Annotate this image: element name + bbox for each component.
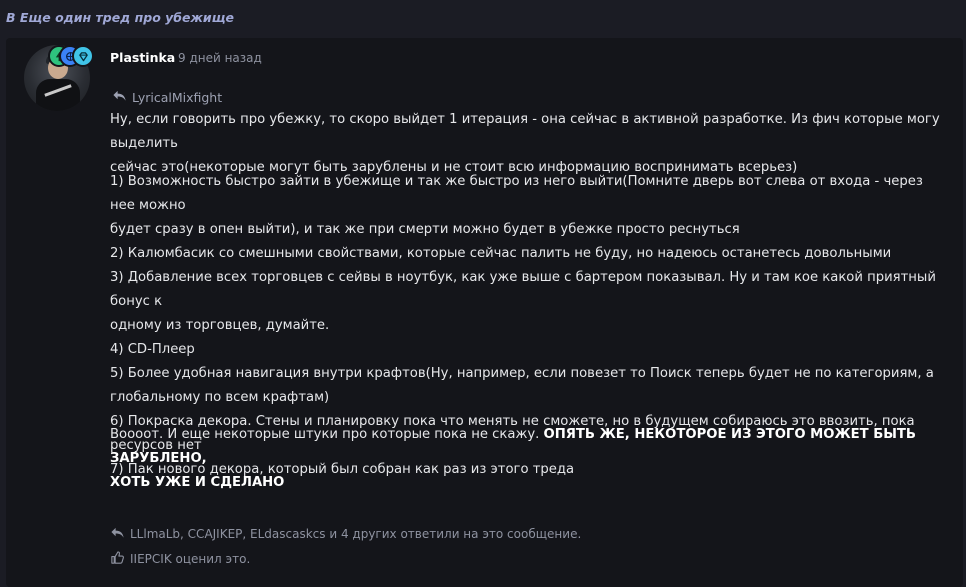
outro-warning: ХОТЬ УЖЕ И СДЕЛАНО [110,475,285,490]
quoted-username[interactable]: LyricalMixfight [132,90,222,105]
outro-text: Воооот. И еще некоторые штуки про которы… [110,427,544,442]
list-item: будет сразу в опен выйти), и так же при … [110,222,740,237]
list-item: глобальному по всем крафтам) [110,390,330,405]
reply-arrow-icon [112,88,127,107]
intro-line: Ну, если говорить про убежку, то скоро в… [110,112,940,151]
quoted-reply[interactable]: LyricalMixfight [112,88,222,107]
likes-summary[interactable]: IIEPCIK оценил это. [110,550,250,568]
diamond-icon [72,45,94,67]
author-avatar[interactable] [24,45,94,111]
reply-arrow-icon [110,525,125,543]
thumbs-up-icon [110,550,125,568]
likes-text[interactable]: IIEPCIK оценил это. [130,552,250,566]
list-item: 2) Калюмбасик со смешными свойствами, ко… [110,246,892,261]
replies-text[interactable]: LLlmaLb, CCAJIKEP, ELdascaskcs и 4 други… [130,527,581,541]
list-item: 5) Более удобная навигация внутри крафто… [110,366,934,381]
author-username[interactable]: Plastinka [110,50,175,65]
post-timestamp[interactable]: 9 дней назад [178,51,262,65]
replies-summary[interactable]: LLlmaLb, CCAJIKEP, ELdascaskcs и 4 други… [110,525,581,543]
thread-title[interactable]: В Еще один тред про убежище [6,10,234,25]
list-item: 3) Добавление всех торговцев с сейвы в н… [110,270,936,309]
list-item: 4) CD-Плеер [110,342,195,357]
list-item: одному из торговцев, думайте. [110,318,330,333]
list-item: 1) Возможность быстро зайти в убежище и … [110,174,923,213]
post-outro: Воооот. И еще некоторые штуки про которы… [110,423,950,495]
